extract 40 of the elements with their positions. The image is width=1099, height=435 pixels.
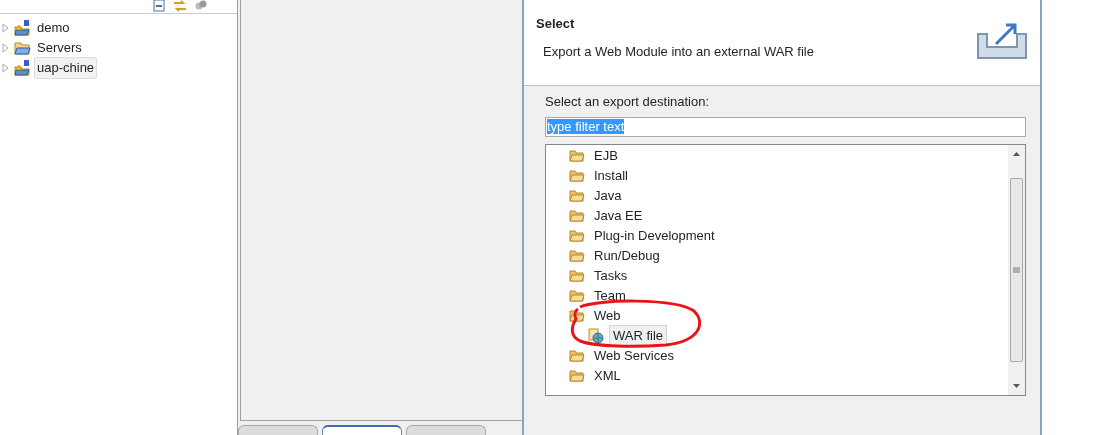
view-tab[interactable] (322, 425, 402, 435)
scroll-up-icon[interactable] (1012, 149, 1021, 158)
tree-item[interactable]: Web (590, 304, 625, 327)
project-item[interactable]: demo (34, 17, 73, 39)
folder-icon (13, 40, 31, 56)
tree-item[interactable]: Install (590, 164, 632, 187)
tree-item[interactable]: Tasks (590, 264, 632, 287)
collapse-all-icon[interactable] (153, 0, 165, 12)
tree-item[interactable]: XML (590, 364, 625, 387)
folder-icon (569, 367, 585, 384)
war-file-icon (588, 327, 604, 344)
folder-icon (569, 287, 585, 304)
folder-icon (569, 147, 585, 164)
tree-item[interactable]: Plug-in Development (590, 224, 719, 247)
folder-icon (569, 227, 585, 244)
folder-icon (569, 187, 585, 204)
project-icon (13, 60, 31, 76)
page-title: Select (536, 15, 576, 33)
tree-item[interactable]: Team (590, 284, 630, 307)
folder-icon (569, 247, 585, 264)
project-icon (13, 20, 31, 36)
tree-item[interactable]: EJB (590, 144, 622, 167)
link-arrows-icon[interactable] (173, 0, 187, 12)
tree-item[interactable]: Web Services (590, 344, 678, 367)
tree-item[interactable]: Java (590, 184, 626, 207)
project-item[interactable]: uap-chine (34, 57, 98, 79)
scrollbar-thumb[interactable] (1010, 177, 1023, 362)
tree-item[interactable]: WAR file (609, 324, 668, 347)
folder-icon (569, 267, 585, 284)
folder-icon (569, 347, 585, 364)
folder-icon (569, 307, 585, 324)
scroll-down-icon[interactable] (1012, 381, 1021, 390)
tree-item[interactable]: Java EE (590, 204, 647, 227)
page-description: Export a Web Module into an external WAR file (543, 42, 814, 61)
project-item[interactable]: Servers (34, 37, 85, 59)
tree-item[interactable]: Run/Debug (590, 244, 664, 267)
dots-icon[interactable] (195, 0, 207, 10)
folder-icon (569, 167, 585, 184)
destination-label: Select an export destination: (545, 93, 711, 111)
folder-icon (569, 207, 585, 224)
